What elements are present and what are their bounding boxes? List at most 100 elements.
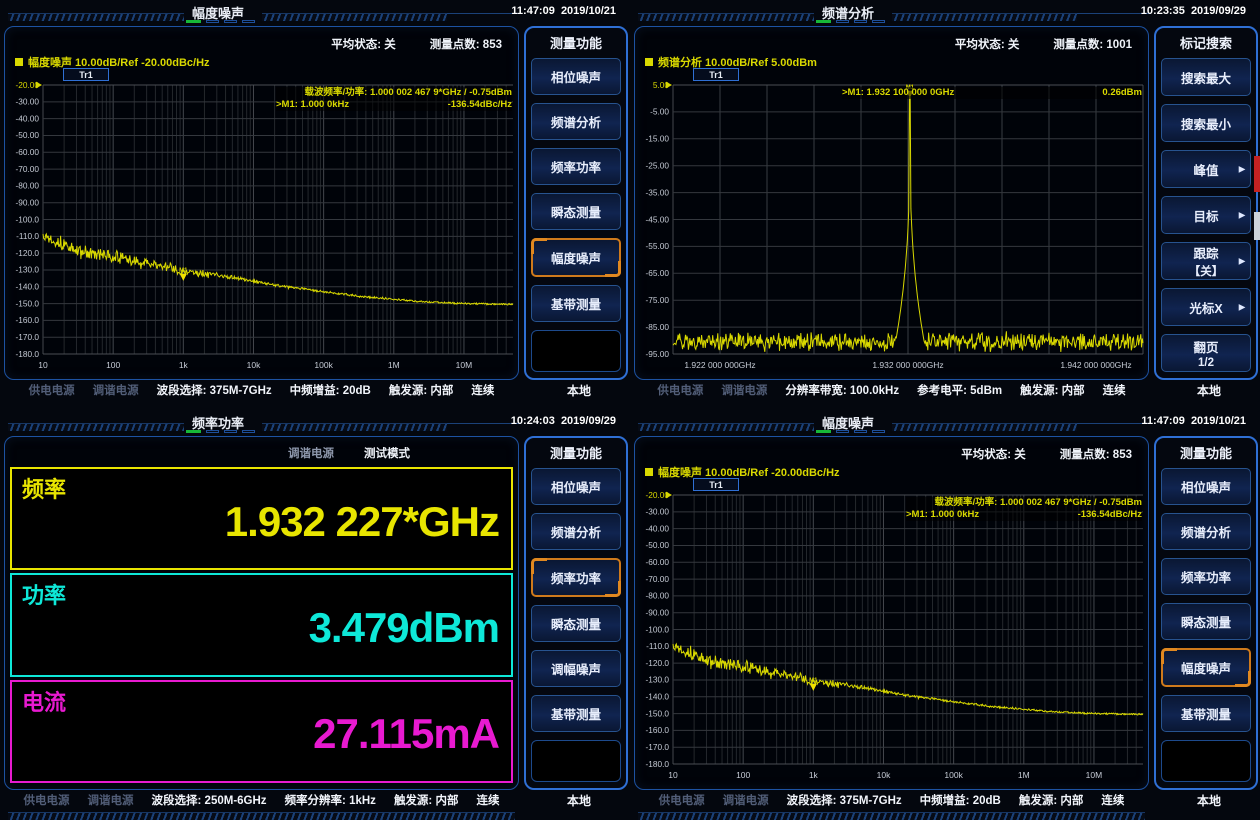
svg-text:-75.00: -75.00 [645, 295, 669, 305]
clock: 10:24:03 2019/09/29 [511, 415, 616, 427]
current-readout: 电流 27.115mA [10, 680, 513, 783]
status-item: 触发源: 内部 [394, 792, 459, 808]
menu-item-amplitude-noise[interactable]: 幅度噪声 [1161, 648, 1251, 687]
clock: 10:23:35 2019/09/29 [1141, 5, 1246, 17]
hatch-decor [8, 13, 184, 21]
active-view-dash [186, 20, 201, 23]
menu-item-frequency-power[interactable]: 频率功率 [531, 558, 621, 597]
svg-text:1.942 000 000GHz: 1.942 000 000GHz [1060, 360, 1131, 370]
menu-item-transient-measure[interactable]: 瞬态测量 [531, 193, 621, 230]
local-status: 本地 [527, 792, 631, 809]
svg-text:-30.00: -30.00 [645, 507, 669, 517]
status-item: 触发源: 内部 [1019, 792, 1084, 808]
trace-settings-label: 幅度噪声 10.00dB/Ref -20.00dBc/Hz [28, 54, 210, 70]
menu-item-phase-noise[interactable]: 相位噪声 [531, 468, 621, 505]
menu-item-label: 瞬态测量 [551, 202, 601, 221]
svg-text:-160.0: -160.0 [645, 725, 669, 735]
trace-settings-label: 幅度噪声 10.00dB/Ref -20.00dBc/Hz [658, 464, 840, 480]
quadrant-header: 频谱分析 10:23:35 2019/09/29 [630, 0, 1260, 26]
measurement-panel: 平均状态: 关 测量点数: 853 幅度噪声 10.00dB/Ref -20.0… [634, 436, 1149, 790]
trace-color-swatch [645, 468, 653, 476]
svg-text:-160.0: -160.0 [15, 315, 39, 325]
menu-item-label: 搜索最大 [1181, 68, 1231, 87]
svg-text:-90.00: -90.00 [645, 607, 669, 617]
trace-color-swatch [15, 58, 23, 66]
menu-header: 测量功能 [530, 30, 622, 54]
status-item-dim: 供电电源 [659, 792, 705, 808]
status-item-dim: 供电电源 [29, 382, 75, 398]
metric-readouts: 频率 1.932 227*GHz 功率 3.479dBm 电流 27.115mA [10, 467, 513, 783]
menu-item-track[interactable]: 跟踪【关】▶ [1161, 242, 1251, 280]
empty-menu-slot [1161, 740, 1251, 782]
view-indicator [816, 430, 885, 433]
status-item: 波段选择: 250M-6GHz [152, 792, 267, 808]
menu-item-transient-measure[interactable]: 瞬态测量 [1161, 603, 1251, 640]
menu-item-baseband-measure[interactable]: 基带测量 [531, 695, 621, 732]
svg-text:-100.0: -100.0 [645, 624, 669, 634]
clock: 11:47:09 2019/10/21 [511, 5, 616, 17]
svg-text:-5.00: -5.00 [650, 107, 669, 117]
menu-item-sub-label: 【关】 [1189, 263, 1224, 279]
menu-item-frequency-power[interactable]: 频率功率 [531, 148, 621, 185]
softkey-menu: 测量功能 相位噪声频谱分析频率功率瞬态测量幅度噪声基带测量 [524, 26, 628, 380]
active-view-dash [816, 430, 831, 433]
menu-item-frequency-power[interactable]: 频率功率 [1161, 558, 1251, 595]
svg-text:-50.00: -50.00 [15, 130, 39, 140]
view-indicator [186, 20, 255, 23]
menu-header: 标记搜索 [1160, 30, 1252, 54]
menu-item-spectrum-analysis[interactable]: 频谱分析 [531, 103, 621, 140]
svg-text:1k: 1k [179, 360, 189, 370]
marker-value: -136.54dBc/Hz [1078, 509, 1142, 521]
hatch-decor [8, 812, 515, 820]
menu-item-baseband-measure[interactable]: 基带测量 [531, 285, 621, 322]
amplitude-noise-plot[interactable]: 101001k10k100k1M10M-20.00-30.00-40.00-50… [637, 490, 1147, 786]
empty-menu-slot [531, 740, 621, 782]
test-mode-status: 测试模式 [364, 445, 410, 461]
average-state: 平均状态: 关 [955, 36, 1020, 52]
menu-item-baseband-measure[interactable]: 基带测量 [1161, 695, 1251, 732]
menu-item-page-turn[interactable]: 翻页1/2 [1161, 334, 1251, 372]
marker-annotation: 载波频率/功率: 1.000 002 467 9*GHz / -0.75dBm … [906, 497, 1142, 521]
local-status: 本地 [527, 382, 631, 399]
svg-text:-170.0: -170.0 [645, 742, 669, 752]
svg-text:-85.00: -85.00 [645, 322, 669, 332]
status-item-dim: 供电电源 [657, 382, 703, 398]
svg-text:-60.00: -60.00 [645, 557, 669, 567]
points-count: 测量点数: 853 [430, 36, 502, 52]
svg-text:-45.00: -45.00 [645, 214, 669, 224]
svg-text:-65.00: -65.00 [645, 268, 669, 278]
svg-text:-25.00: -25.00 [645, 161, 669, 171]
menu-item-amplitude-noise[interactable]: 幅度噪声 [531, 238, 621, 277]
marker-value: 0.26dBm [1102, 87, 1142, 99]
menu-item-spectrum-analysis[interactable]: 频谱分析 [1161, 513, 1251, 550]
spectrum-plot[interactable]: 1.922 000 000GHz1.932 000 000GHz1.942 00… [637, 80, 1147, 376]
frequency-readout: 频率 1.932 227*GHz [10, 467, 513, 570]
status-bar: 供电电源调谐电源波段选择: 375M-7GHz中频增益: 20dB触发源: 内部… [630, 792, 1153, 808]
menu-item-target[interactable]: 目标▶ [1161, 196, 1251, 234]
svg-text:-150.0: -150.0 [645, 708, 669, 718]
svg-text:-140.0: -140.0 [15, 282, 39, 292]
menu-item-label: 峰值 [1193, 160, 1218, 179]
menu-item-label: 频谱分析 [551, 112, 601, 131]
svg-text:-110.0: -110.0 [16, 231, 39, 241]
menu-item-search-min[interactable]: 搜索最小 [1161, 104, 1251, 142]
hatch-decor [892, 13, 1077, 21]
svg-text:10M: 10M [456, 360, 473, 370]
svg-text:100k: 100k [944, 770, 963, 780]
svg-text:-180.0: -180.0 [645, 759, 669, 769]
menu-item-spectrum-analysis[interactable]: 频谱分析 [531, 513, 621, 550]
menu-item-search-max[interactable]: 搜索最大 [1161, 58, 1251, 96]
menu-item-am-noise[interactable]: 调幅噪声 [531, 650, 621, 687]
menu-item-phase-noise[interactable]: 相位噪声 [531, 58, 621, 95]
menu-item-transient-measure[interactable]: 瞬态测量 [531, 605, 621, 642]
local-status: 本地 [1157, 382, 1260, 399]
svg-text:-150.0: -150.0 [15, 298, 39, 308]
menu-item-cursor-x[interactable]: 光标X▶ [1161, 288, 1251, 326]
menu-item-phase-noise[interactable]: 相位噪声 [1161, 468, 1251, 505]
softkey-menu: 标记搜索 搜索最大搜索最小峰值▶ 目标▶ 跟踪【关】▶ 光标X▶ 翻页1/2 [1154, 26, 1258, 380]
status-item: 波段选择: 375M-7GHz [157, 382, 272, 398]
menu-item-label: 瞬态测量 [1181, 612, 1231, 631]
menu-item-peak[interactable]: 峰值▶ [1161, 150, 1251, 188]
amplitude-noise-plot[interactable]: 101001k10k100k1M10M-20.00-30.00-40.00-50… [7, 80, 517, 376]
quadrant-amplitude-noise-top: 幅度噪声 11:47:09 2019/10/21 平均状态: 关 测量点数: 8… [0, 0, 630, 410]
